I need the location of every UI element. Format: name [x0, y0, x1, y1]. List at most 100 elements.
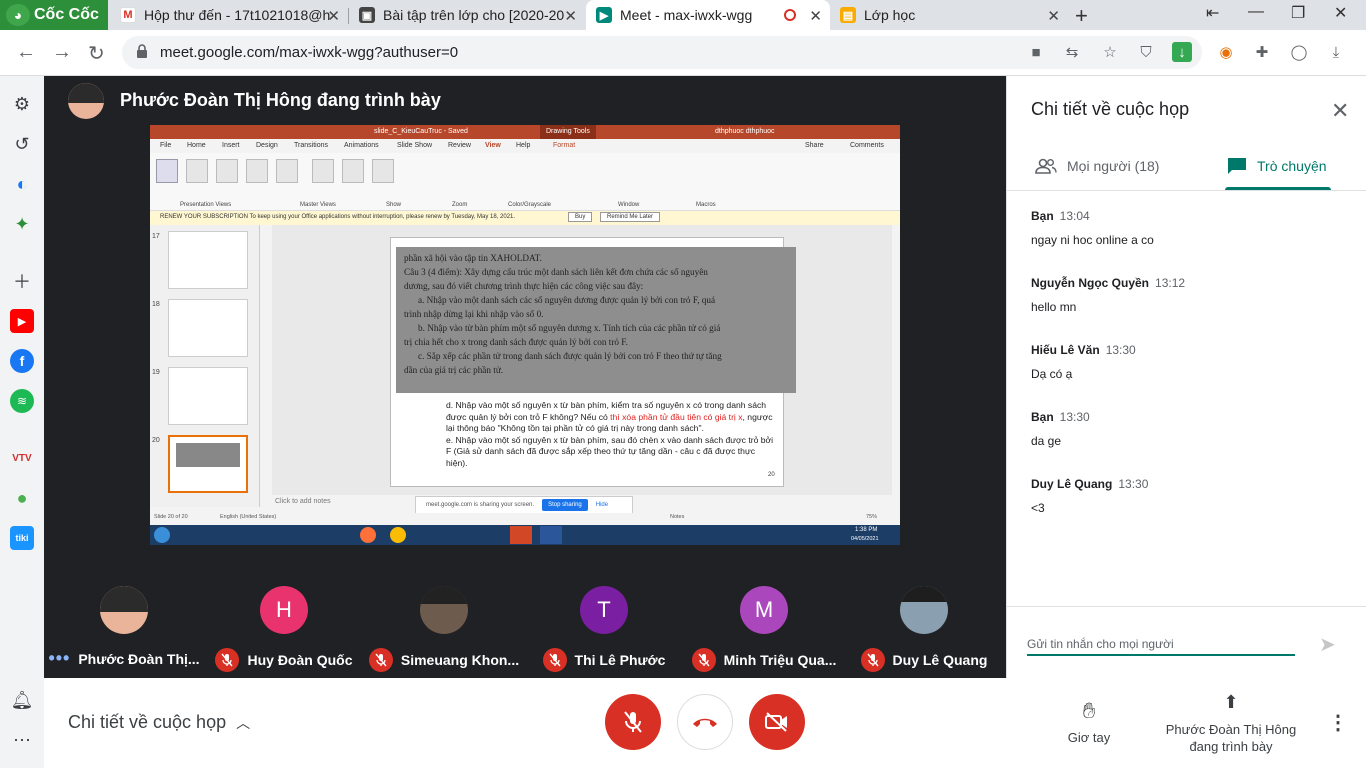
message-sender: Duy Lê Quang	[1031, 477, 1113, 491]
coccoc-extension-icon[interactable]: ◉	[1216, 42, 1236, 62]
camera-toggle-button[interactable]	[749, 694, 805, 750]
camera-icon[interactable]: ■	[1026, 42, 1046, 62]
photo-line: dần của giá trị các phần tử.	[404, 365, 504, 375]
url-text[interactable]: meet.google.com/max-iwxk-wgg?authuser=0	[160, 44, 458, 61]
shield-icon[interactable]: ⛉	[1136, 42, 1156, 62]
chat-message-input[interactable]: Gửi tin nhắn cho mọi người	[1027, 632, 1295, 656]
omnibox[interactable]: meet.google.com/max-iwxk-wgg?authuser=0 …	[122, 36, 1202, 69]
tab-chat[interactable]: Trò chuyện	[1227, 156, 1327, 176]
message-sender: Bạn	[1031, 209, 1054, 223]
message-time: 13:04	[1059, 209, 1090, 223]
new-tab-button[interactable]: +	[1075, 3, 1088, 29]
tab-search-icon[interactable]: ⇤	[1206, 3, 1219, 23]
tab-chat-label: Trò chuyện	[1257, 158, 1327, 174]
more-options-icon[interactable]: ⋯	[10, 728, 34, 752]
chrome-icon	[390, 527, 406, 543]
game-icon[interactable]: ✦	[10, 212, 34, 236]
maximize-button[interactable]: ❐	[1291, 3, 1305, 23]
tiki-icon[interactable]: tiki	[10, 526, 34, 550]
extensions-puzzle-icon[interactable]: ✚	[1252, 42, 1272, 62]
back-button[interactable]: ←	[16, 41, 36, 64]
tab-gmail[interactable]: M Hộp thư đến - 17t1021018@h ✕	[110, 0, 348, 30]
ppt-share: Share	[805, 142, 824, 149]
ribbon-group-label: Master Views	[300, 202, 336, 208]
forward-button[interactable]: →	[52, 41, 72, 64]
participant-tile[interactable]: M Minh Triệu Qua...	[684, 586, 844, 676]
tab-title: Meet - max-iwxk-wgg	[620, 7, 753, 23]
send-icon[interactable]: ➤	[1319, 632, 1336, 657]
ppt-menu-item: Home	[187, 142, 206, 149]
bookmark-star-icon[interactable]: ☆	[1100, 42, 1120, 62]
tab-classroom-assignments[interactable]: ▣ Bài tập trên lớp cho [2020-20 ✕	[349, 0, 585, 30]
presenting-button[interactable]: ⬆︎ Phước Đoàn Thị Hông đang trình bày	[1156, 692, 1306, 755]
thumb-number: 17	[152, 233, 160, 240]
message-time: 13:12	[1155, 276, 1186, 290]
history-icon[interactable]: ↺	[10, 132, 34, 156]
participant-tile[interactable]: ••• Phước Đoàn Thị...	[44, 586, 204, 676]
ppt-thumbnails: 17 18 19 20	[150, 225, 260, 507]
tab-people-label: Mọi người (18)	[1067, 158, 1160, 174]
game-center-icon[interactable]: ●	[10, 486, 34, 510]
panel-title: Chi tiết về cuộc họp	[1031, 99, 1190, 119]
presenter-avatar	[68, 83, 104, 119]
ppt-remind: Remind Me Later	[600, 212, 661, 222]
participant-tile[interactable]: Simeuang Khon...	[364, 586, 524, 676]
close-tab-icon[interactable]: ✕	[564, 7, 577, 25]
ppt-menu-item: Animations	[344, 142, 379, 149]
leave-call-button[interactable]	[677, 694, 733, 750]
tab-people[interactable]: Mọi người (18)	[1035, 156, 1159, 176]
settings-gear-icon[interactable]: ⚙	[10, 92, 34, 116]
raise-hand-label: Giơ tay	[1067, 730, 1111, 745]
facebook-icon[interactable]: f	[10, 349, 34, 373]
tab-classes[interactable]: ▤ Lớp học ✕	[830, 0, 1068, 30]
ppt-title-bar: slide_C_KieuCauTruc - Saved Drawing Tool…	[150, 125, 900, 139]
close-tab-icon[interactable]: ✕	[809, 7, 822, 25]
reload-button[interactable]: ↻	[88, 41, 105, 66]
vtv-icon[interactable]: VTV	[10, 446, 34, 470]
recording-indicator-icon	[784, 9, 796, 21]
participant-tile[interactable]: Duy Lê Quang	[844, 586, 1004, 676]
participant-name: Simeuang Khon...	[400, 652, 520, 668]
translate-icon[interactable]: ⇆	[1062, 42, 1082, 62]
close-panel-button[interactable]: ✕	[1331, 98, 1349, 124]
download-extension-icon[interactable]: ↓	[1172, 42, 1192, 62]
more-options-icon[interactable]: ⋮	[1328, 710, 1348, 735]
chat-message: Bạn 13:30 da ge	[1031, 408, 1351, 448]
mic-off-icon	[624, 711, 642, 733]
avatar: T	[580, 586, 628, 634]
ppt-menu-item: View	[485, 142, 501, 149]
brand-area[interactable]: ◕ Cốc Cốc	[0, 0, 108, 30]
messenger-icon[interactable]: ◐	[10, 172, 34, 196]
microphone-toggle-button[interactable]	[605, 694, 661, 750]
close-tab-icon[interactable]: ✕	[1047, 7, 1060, 25]
photo-line: Câu 3 (4 điểm): Xây dựng cấu trúc một da…	[404, 267, 708, 277]
notes-placeholder: Click to add notes	[275, 498, 331, 505]
slide-thumbnail	[168, 367, 248, 425]
participant-tile[interactable]: T Thi Lê Phước	[524, 586, 684, 676]
close-window-button[interactable]: ✕	[1334, 3, 1347, 23]
youtube-icon[interactable]: ▶	[10, 309, 34, 333]
download-icon[interactable]: ⤓	[1326, 42, 1346, 62]
meeting-details-button[interactable]: Chi tiết về cuộc họp ︿	[68, 712, 250, 733]
meet-icon: ▶	[596, 7, 612, 23]
thumb-number: 20	[152, 437, 160, 444]
meet-control-bar: Chi tiết về cuộc họp ︿ ✋︎ Giơ tay ⬆︎ Phư…	[44, 678, 1366, 768]
profile-icon[interactable]: ◯	[1289, 42, 1309, 62]
notification-bell-icon[interactable]: 🔔︎	[10, 688, 34, 712]
participant-tile[interactable]: H Huy Đoàn Quốc	[204, 586, 364, 676]
warning-text: RENEW YOUR SUBSCRIPTION To keep using yo…	[160, 214, 516, 220]
close-tab-icon[interactable]: ✕	[327, 7, 340, 25]
taskbar-clock-time: 1:38 PM	[855, 527, 878, 533]
ribbon-group-label: Zoom	[452, 202, 468, 208]
message-sender: Bạn	[1031, 410, 1054, 424]
add-icon[interactable]: ＋	[10, 269, 34, 293]
participant-name: Huy Đoàn Quốc	[247, 652, 353, 668]
raise-hand-button[interactable]: ✋︎ Giơ tay	[1054, 698, 1124, 745]
message-sender: Hiếu Lê Văn	[1031, 343, 1100, 357]
spotify-icon[interactable]: ≋	[10, 389, 34, 413]
ribbon-group-label: Presentation Views	[180, 202, 232, 208]
tab-meet[interactable]: ▶ Meet - max-iwxk-wgg ✕	[586, 0, 830, 30]
minimize-button[interactable]: —	[1248, 3, 1264, 21]
message-text: <3	[1031, 501, 1045, 515]
slide-body-text: d. Nhập vào một số nguyên x từ bàn phím,…	[446, 400, 778, 469]
